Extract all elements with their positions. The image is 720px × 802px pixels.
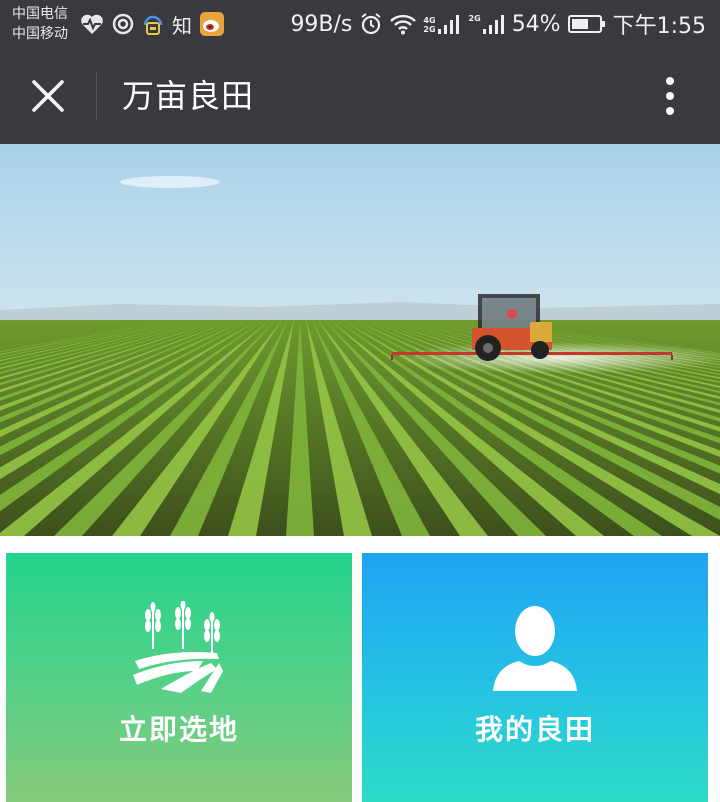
- clock-time: 下午1:55: [612, 14, 706, 39]
- my-fields-label: 我的良田: [474, 713, 595, 746]
- signal-4g-icon: 4G 2G: [423, 14, 461, 34]
- net-tag-2g: 2G: [423, 25, 436, 34]
- system-status: 99B/s 4G 2G 2G 54% 下午1:55: [290, 8, 706, 40]
- zhihu-icon: 知: [172, 13, 192, 38]
- close-icon: [32, 80, 64, 112]
- select-land-tile[interactable]: 立即选地: [6, 553, 352, 802]
- more-vertical-icon: [666, 77, 674, 115]
- net-tag-4g: 4G: [423, 16, 436, 25]
- headset-assistant-icon: [142, 12, 164, 36]
- app-bar: 万亩良田: [0, 48, 720, 144]
- alarm-icon: [359, 12, 383, 36]
- status-bar: 中国电信 中国移动 知 99B/s 4G 2G 2G 54% 下午1:55: [0, 0, 720, 48]
- more-menu-button[interactable]: [642, 66, 698, 126]
- my-fields-tile[interactable]: 我的良田: [362, 553, 708, 802]
- app-bar-divider: [96, 72, 97, 120]
- signal-2g-icon: 2G: [469, 14, 505, 34]
- carrier-2: 中国移动: [12, 26, 68, 42]
- wifi-icon: [390, 13, 417, 35]
- battery-percent: 54%: [511, 11, 561, 37]
- battery-icon: [567, 14, 606, 34]
- weibo-icon: [200, 12, 224, 36]
- carrier-1: 中国电信: [12, 6, 68, 22]
- net-tag-2g-second: 2G: [468, 14, 481, 23]
- select-land-label: 立即选地: [118, 713, 239, 746]
- close-button[interactable]: [18, 66, 78, 126]
- user-silhouette-icon: [362, 601, 708, 693]
- page-title: 万亩良田: [122, 77, 255, 115]
- heart-rate-icon: [80, 13, 104, 35]
- wheat-field-icon: [6, 601, 352, 693]
- banner-image: [0, 144, 720, 536]
- notification-icons: 知: [80, 10, 224, 38]
- carrier-info: 中国电信 中国移动: [12, 4, 68, 44]
- net-speed: 99B/s: [290, 11, 353, 37]
- swirl-app-icon: [112, 13, 134, 35]
